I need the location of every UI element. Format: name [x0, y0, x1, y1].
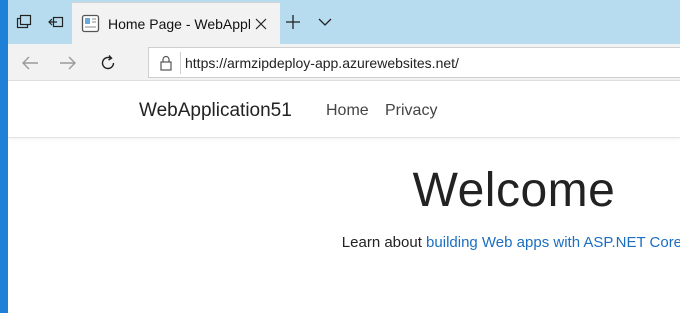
tabs-aside-icon[interactable]	[12, 9, 36, 35]
refresh-icon[interactable]	[94, 49, 122, 77]
address-toolbar: https://armzipdeploy-app.azurewebsites.n…	[8, 44, 680, 81]
lead-text: Learn about building Web apps with ASP.N…	[8, 234, 680, 251]
address-bar[interactable]: https://armzipdeploy-app.azurewebsites.n…	[148, 47, 680, 78]
site-navbar: WebApplication51 Home Privacy	[8, 81, 680, 138]
chevron-down-icon[interactable]	[312, 9, 338, 35]
lock-icon[interactable]	[157, 54, 175, 72]
nav-link-home[interactable]: Home	[326, 102, 369, 120]
browser-window: Home Page - WebAppli https://armzipdeplo…	[8, 0, 680, 313]
aspnet-docs-link[interactable]: building Web apps with ASP.NET Core	[426, 234, 680, 251]
lead-prefix: Learn about	[341, 234, 427, 251]
restore-tabs-icon[interactable]	[44, 9, 68, 35]
plus-icon[interactable]	[280, 9, 306, 35]
nav-link-privacy[interactable]: Privacy	[385, 102, 437, 120]
tab-title: Home Page - WebAppli	[108, 16, 250, 32]
site-brand-link[interactable]: WebApplication51	[139, 100, 292, 122]
tab-home-page[interactable]: Home Page - WebAppli	[72, 2, 280, 44]
tab-strip: Home Page - WebAppli	[8, 0, 680, 44]
web-page: WebApplication51 Home Privacy Welcome Le…	[8, 81, 680, 313]
page-favicon-icon	[81, 14, 100, 33]
close-icon[interactable]	[251, 14, 271, 34]
back-arrow-icon[interactable]	[16, 49, 44, 77]
page-title: Welcome	[412, 164, 616, 217]
forward-arrow-icon[interactable]	[54, 49, 82, 77]
url-text[interactable]: https://armzipdeploy-app.azurewebsites.n…	[185, 55, 459, 71]
address-divider	[180, 52, 181, 74]
